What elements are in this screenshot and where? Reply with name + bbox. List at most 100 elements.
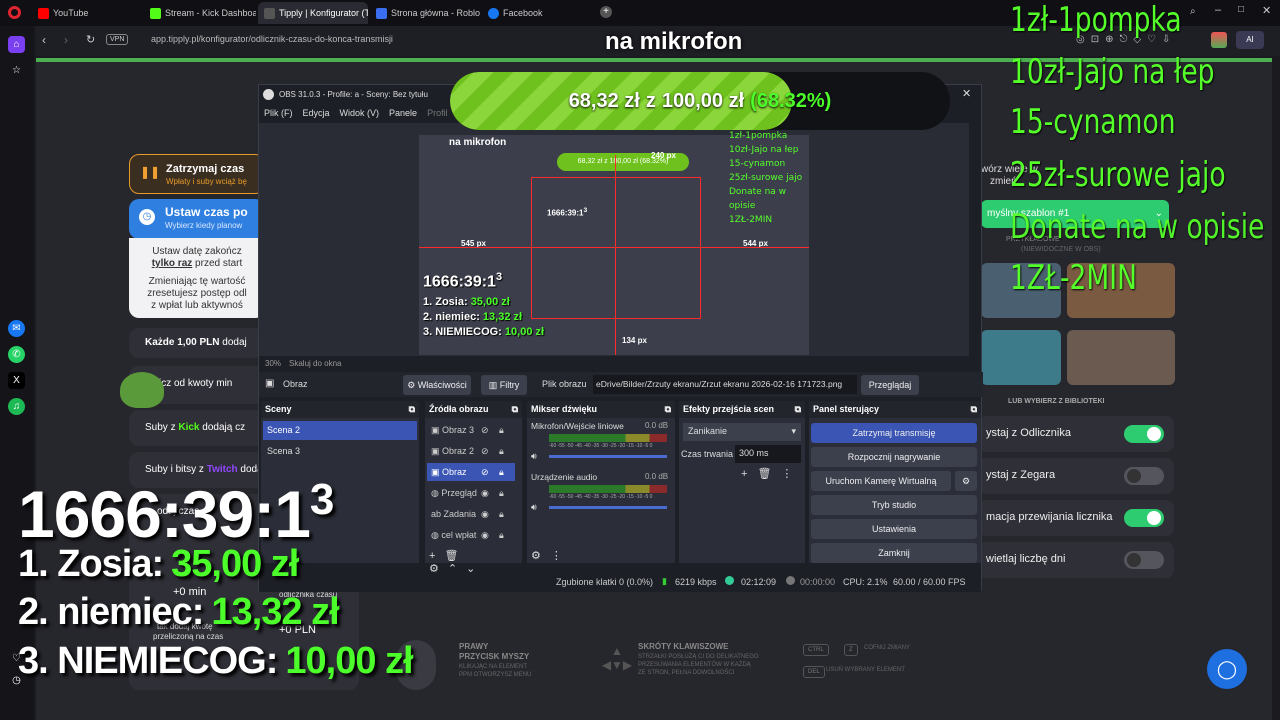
setting-row-3[interactable]: macja przewijania licznika — [978, 500, 1174, 536]
scene-item-2[interactable]: Scena 2 — [263, 421, 417, 440]
filters-button[interactable]: ▥ Filtry — [481, 375, 527, 395]
undock-icon[interactable]: ⧉ — [665, 404, 671, 415]
obs-preview[interactable]: na mikrofon 68,32 zł z 100,00 zł (68.32%… — [259, 123, 969, 368]
opera-logo-icon[interactable] — [8, 6, 21, 19]
eye-icon[interactable]: ◉ — [481, 488, 489, 499]
studio-mode-button[interactable]: Tryb studio — [811, 495, 977, 515]
library-link[interactable]: LUB WYBIERZ Z BIBLIOTEKI — [1008, 398, 1104, 405]
new-tab-button[interactable]: + — [600, 6, 612, 18]
stop-stream-button[interactable]: Zatrzymaj transmisję — [811, 423, 977, 443]
lock-icon[interactable]: 🔒︎ — [499, 425, 504, 436]
source-item[interactable]: ▣ Obraz 2 ⊘ 🔒︎ — [427, 442, 515, 460]
close-icon[interactable]: ✕ — [1262, 4, 1271, 17]
mic-volume-icon[interactable]: 🔊︎ — [531, 451, 537, 462]
transition-select[interactable]: Zanikanie ▾ — [683, 423, 801, 441]
undock-icon[interactable]: ⧉ — [409, 404, 415, 415]
exit-button[interactable]: Zamknij — [811, 543, 977, 563]
template-thumb-3[interactable] — [981, 330, 1061, 385]
whatsapp-icon[interactable]: ✆ — [8, 346, 25, 363]
lock-icon[interactable]: 🔒︎ — [499, 446, 504, 457]
eye-icon[interactable]: ◉ — [481, 509, 489, 520]
tab-kick[interactable]: Stream - Kick Dashboard — [144, 2, 256, 24]
guide-h — [419, 247, 809, 248]
image-file-path[interactable]: eDrive/Bilder/Zrzuty ekranu/Zrzut ekranu… — [593, 375, 857, 394]
more-icon[interactable]: ⋮ — [551, 550, 572, 562]
mic-volume-slider[interactable] — [549, 455, 667, 458]
source-item[interactable]: ◍ Przegląd ◉ 🔒︎ — [427, 484, 515, 502]
setting-row-2[interactable]: ystaj z Zegara — [978, 458, 1174, 494]
add-icon[interactable]: + — [429, 550, 444, 562]
tab-tipply[interactable]: Tipply | Konfigurator (Tw — [258, 2, 368, 24]
source-item[interactable]: ◍ cel wpłat ◉ 🔒︎ — [427, 526, 515, 544]
duration-input[interactable]: 300 ms — [735, 445, 801, 463]
undock-icon[interactable]: ⧉ — [512, 404, 518, 415]
add-icon[interactable]: + — [741, 468, 757, 480]
tab-youtube[interactable]: YouTube — [32, 2, 142, 24]
template-thumb-4[interactable] — [1067, 330, 1175, 385]
preview-canvas[interactable]: na mikrofon 68,32 zł z 100,00 zł (68.32%… — [419, 131, 809, 355]
home-icon[interactable]: ⌂ — [8, 36, 25, 53]
set-time-card[interactable]: ◷ Ustaw czas po Wybierz kiedy planow — [129, 199, 265, 239]
kick-subs-row[interactable]: Suby z Kick dodają cz — [129, 410, 265, 446]
avatar[interactable] — [1211, 32, 1227, 48]
menu-docks[interactable]: Panele — [389, 108, 417, 120]
url-input[interactable]: app.tipply.pl/konfigurator/odlicznik-cza… — [151, 34, 393, 44]
ai-icon[interactable]: AI — [1236, 31, 1264, 49]
messenger-icon[interactable]: ✉ — [8, 320, 25, 337]
properties-button[interactable]: ⚙ Właściwości — [403, 375, 471, 395]
undock-icon[interactable]: ⧉ — [795, 404, 801, 415]
browse-button[interactable]: Przeglądaj — [861, 375, 919, 395]
lock-icon[interactable]: 🔒︎ — [499, 530, 504, 541]
settings-button[interactable]: Ustawienia — [811, 519, 977, 539]
reload-icon[interactable]: ↻ — [86, 33, 95, 46]
spotify-icon[interactable]: ♫ — [8, 398, 25, 415]
lock-icon[interactable]: 🔒︎ — [499, 488, 504, 499]
lock-icon[interactable]: 🔒︎ — [499, 509, 504, 520]
virtual-camera-button[interactable]: Uruchom Kamerę Wirtualną — [811, 471, 951, 491]
star-icon[interactable]: ☆ — [8, 62, 25, 79]
pause-time-card[interactable]: ❚❚ Zatrzymaj czas Wpłaty i suby wciąż bę — [129, 154, 265, 194]
tab-facebook[interactable]: Facebook — [482, 2, 592, 24]
start-recording-button[interactable]: Rozpocznij nagrywanie — [811, 447, 977, 467]
toggle-3[interactable] — [1124, 509, 1164, 527]
selection-box[interactable] — [531, 177, 701, 319]
trash-icon[interactable]: 🗑︎ — [444, 550, 467, 562]
menu-profile[interactable]: Profil — [427, 108, 448, 120]
tab-roblox[interactable]: Strona główna - Roblox — [370, 2, 480, 24]
more-icon[interactable]: ⋮ — [781, 468, 802, 480]
hidden-eye-icon[interactable]: ⊘ — [481, 425, 489, 436]
toggle-1[interactable] — [1124, 425, 1164, 443]
lock-icon[interactable]: 🔒︎ — [499, 467, 504, 478]
virtual-camera-settings-button[interactable]: ⚙ — [955, 471, 977, 491]
toggle-4[interactable] — [1124, 551, 1164, 569]
back-icon[interactable]: ‹ — [42, 33, 46, 47]
forward-icon[interactable]: › — [64, 33, 68, 47]
undock-icon[interactable]: ⧉ — [971, 404, 977, 415]
menu-view[interactable]: Widok (V) — [340, 108, 380, 120]
gear-icon[interactable]: ⚙ — [531, 550, 551, 562]
search-icon[interactable]: ⌕ — [1190, 6, 1196, 17]
chat-support-button[interactable]: ◯ — [1207, 649, 1247, 689]
hidden-eye-icon[interactable]: ⊘ — [481, 446, 489, 457]
eye-icon[interactable]: ◉ — [481, 530, 489, 541]
source-item[interactable]: ▣ Obraz 3 ⊘ 🔒︎ — [427, 421, 515, 439]
obs-close-icon[interactable]: ✕ — [962, 87, 971, 100]
hidden-eye-icon[interactable]: ⊘ — [481, 467, 489, 478]
setting-row-1[interactable]: ystaj z Odlicznika — [978, 416, 1174, 452]
desktop-volume-icon[interactable]: 🔊︎ — [531, 502, 537, 513]
setting-row-4[interactable]: wietlaj liczbę dni — [978, 542, 1174, 578]
menu-edit[interactable]: Edycja — [303, 108, 330, 120]
trash-icon[interactable]: 🗑︎ — [757, 468, 781, 480]
zoom-mode-select[interactable]: Skaluj do okna — [289, 359, 341, 368]
toggle-2[interactable] — [1124, 467, 1164, 485]
minimize-icon[interactable]: – — [1215, 4, 1221, 16]
scene-item-3[interactable]: Scena 3 — [263, 442, 417, 461]
desktop-volume-slider[interactable] — [549, 506, 667, 509]
menu-file[interactable]: Plik (F) — [264, 108, 293, 120]
source-item[interactable]: ab Zadania ◉ 🔒︎ — [427, 505, 515, 523]
x-icon[interactable]: X — [8, 372, 25, 389]
vpn-badge[interactable]: VPN — [106, 34, 129, 45]
each-pln-row[interactable]: Każde 1,00 PLN dodaj — [129, 328, 265, 358]
maximize-icon[interactable]: □ — [1238, 4, 1244, 15]
source-item-selected[interactable]: ▣ Obraz ⊘ 🔒︎ — [427, 463, 515, 481]
